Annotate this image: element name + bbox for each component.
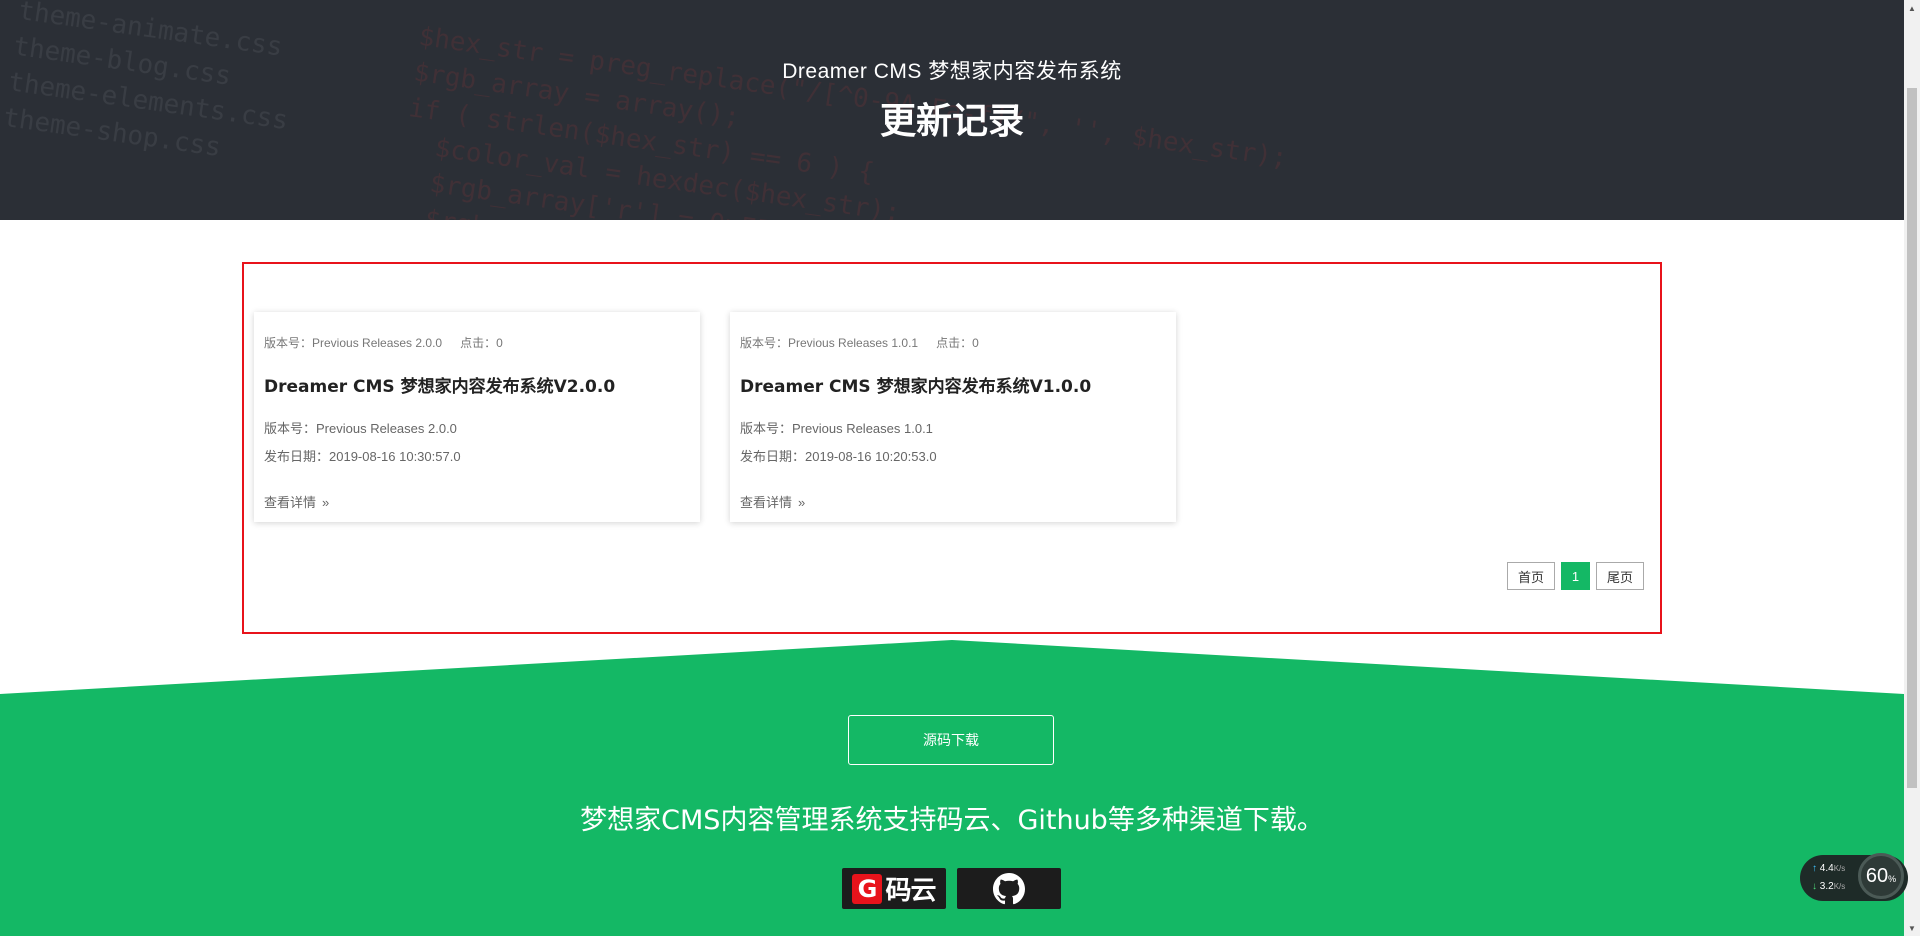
scroll-down-arrow-icon[interactable]: ▼ <box>1904 920 1920 936</box>
release-date: 发布日期：2019-08-16 10:20:53.0 <box>740 449 937 464</box>
gitee-logo-icon: G <box>852 873 883 904</box>
download-support-text: 梦想家CMS内容管理系统支持码云、Github等多种渠道下载。 <box>580 805 1324 836</box>
download-arrow-icon: ↓ <box>1812 881 1817 892</box>
github-download-button[interactable] <box>957 868 1061 909</box>
release-meta: 版本号：Previous Releases 2.0.0 点击：0 <box>264 334 503 351</box>
memory-usage-gauge: 60% <box>1858 853 1904 899</box>
view-details-label: 查看详情 <box>740 495 793 510</box>
site-title: Dreamer CMS 梦想家内容发布系统 <box>782 60 1122 83</box>
upload-arrow-icon: ↑ <box>1812 863 1817 874</box>
download-section <box>0 640 1904 936</box>
view-details-label: 查看详情 <box>264 495 317 510</box>
gitee-download-button[interactable]: G 码云 <box>842 868 946 909</box>
green-peak-background <box>0 640 1904 936</box>
release-card[interactable]: 版本号：Previous Releases 2.0.0 点击：0 Dreamer … <box>254 312 700 522</box>
github-octocat-icon <box>993 872 1025 904</box>
release-card[interactable]: 版本号：Previous Releases 1.0.1 点击：0 Dreamer … <box>730 312 1176 522</box>
view-details-link[interactable]: 查看详情 » <box>264 492 329 511</box>
release-meta-clicks: 点击：0 <box>460 336 503 350</box>
release-date: 发布日期：2019-08-16 10:30:57.0 <box>264 449 461 464</box>
double-chevron-right-icon: » <box>322 495 330 510</box>
release-title[interactable]: Dreamer CMS 梦想家内容发布系统V1.0.0 <box>740 372 1091 397</box>
gitee-logo-text: 码云 <box>885 876 936 906</box>
view-details-link[interactable]: 查看详情 » <box>740 492 805 511</box>
hero-banner: theme-animate.css theme-blog.css theme-e… <box>0 0 1904 220</box>
scroll-thumb[interactable] <box>1907 88 1917 788</box>
release-title[interactable]: Dreamer CMS 梦想家内容发布系统V2.0.0 <box>264 372 615 397</box>
first-page-button[interactable]: 首页 <box>1506 562 1555 590</box>
page-number-button[interactable]: 1 <box>1560 562 1590 590</box>
release-meta-clicks: 点击：0 <box>936 336 979 350</box>
page-title: 更新记录 <box>879 101 1024 142</box>
release-version: 版本号：Previous Releases 1.0.1 <box>740 421 933 436</box>
scroll-up-arrow-icon[interactable]: ▲ <box>1904 0 1920 16</box>
release-meta-version: 版本号：Previous Releases 1.0.1 <box>740 336 919 350</box>
pagination: 首页 1 尾页 <box>1506 562 1644 590</box>
last-page-button[interactable]: 尾页 <box>1595 562 1644 590</box>
release-version: 版本号：Previous Releases 2.0.0 <box>264 421 457 436</box>
network-speed-widget[interactable]: ↑ 4.4K/s ↓ 3.2K/s 60% <box>1800 853 1908 901</box>
release-meta: 版本号：Previous Releases 1.0.1 点击：0 <box>740 334 979 351</box>
release-list-panel: 版本号：Previous Releases 2.0.0 点击：0 Dreamer … <box>242 262 1662 634</box>
double-chevron-right-icon: » <box>798 495 806 510</box>
download-speed: ↓ 3.2K/s <box>1812 881 1846 892</box>
vertical-scrollbar[interactable]: ▲ ▼ <box>1904 0 1920 936</box>
source-download-button[interactable]: 源码下载 <box>848 715 1054 765</box>
upload-speed: ↑ 4.4K/s <box>1812 863 1846 874</box>
release-meta-version: 版本号：Previous Releases 2.0.0 <box>264 336 443 350</box>
